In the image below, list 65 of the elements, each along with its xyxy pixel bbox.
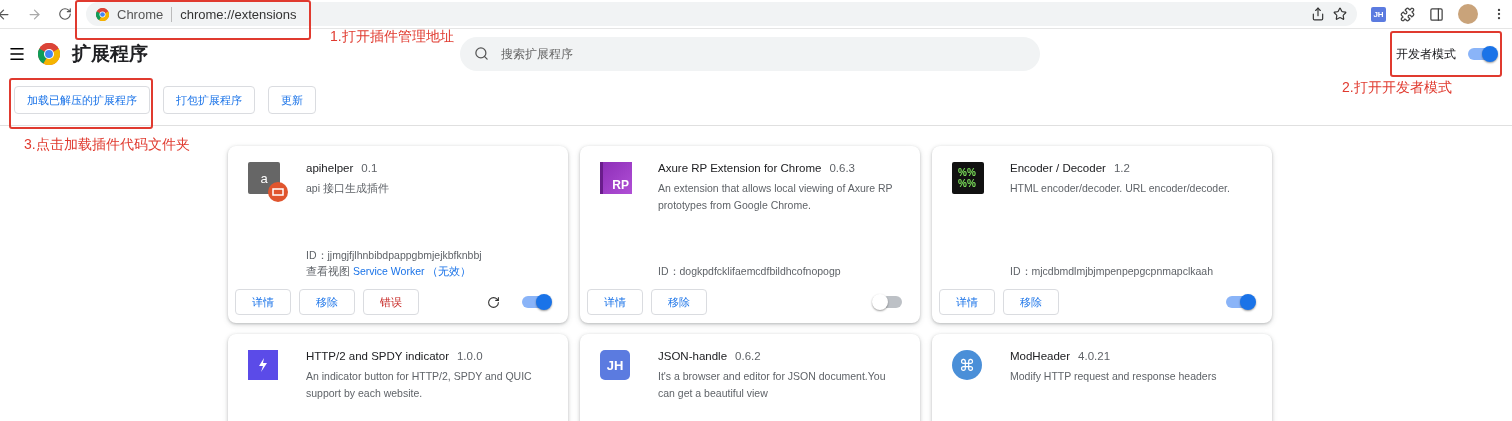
extension-id: ID：mjcdbmdlmjbjmpenpepgcpnmapclkaah xyxy=(1010,264,1214,279)
inactive-note: （无效） xyxy=(427,265,472,277)
extension-description: HTML encoder/decoder. URL encoder/decoder. xyxy=(1010,181,1231,196)
back-icon[interactable] xyxy=(0,6,11,22)
extension-version: 4.0.21 xyxy=(1078,350,1111,362)
extension-badge[interactable]: JH xyxy=(1371,6,1386,22)
extension-description: api 接口生成插件 xyxy=(306,181,390,196)
app-icon: RP xyxy=(600,162,632,194)
action-button[interactable]: 加载已解压的扩展程序 xyxy=(14,86,150,114)
card-button[interactable]: 详情 xyxy=(939,289,995,315)
extension-version: 0.1 xyxy=(361,162,378,174)
inspect-views: 查看视图 Service Worker （无效） xyxy=(306,264,473,279)
dev-mode-toggle[interactable] xyxy=(1468,48,1496,60)
search-field[interactable]: 搜索扩展程序 xyxy=(460,37,1040,71)
app-icon: JH xyxy=(600,350,630,380)
puzzle-icon[interactable] xyxy=(1400,6,1415,22)
dev-mode-label: 开发者模式 xyxy=(1396,45,1456,63)
card-button[interactable]: 移除 xyxy=(1003,289,1059,315)
errors-button[interactable]: 错误 xyxy=(363,289,419,315)
side-panel-icon[interactable] xyxy=(1429,6,1444,22)
bolt-icon xyxy=(248,350,278,380)
extension-description: An indicator button for HTTP/2, SPDY and QUIC support by each website. xyxy=(306,369,533,401)
warning-badge-icon xyxy=(268,182,288,202)
extension-version: 1.0.0 xyxy=(456,350,483,362)
app-icon: ⌘ xyxy=(952,350,982,380)
extension-version: 1.2 xyxy=(1113,162,1130,174)
annotation-note: 1.打开插件管理地址 xyxy=(330,28,454,46)
extension-id: ID：jjmgjfjlhnbibdpappgbmjejkbfknbbj xyxy=(306,248,483,263)
card-button[interactable]: 移除 xyxy=(299,289,355,315)
extension-name: Axure RP Extension for Chrome xyxy=(658,162,822,174)
extension-name: apihelper xyxy=(306,162,354,174)
search-icon xyxy=(474,46,489,61)
site-label: Chrome xyxy=(117,6,173,22)
enable-toggle[interactable] xyxy=(874,296,902,308)
chrome-logo-icon xyxy=(38,43,60,65)
menu-icon[interactable] xyxy=(8,45,26,63)
card-button[interactable]: 详情 xyxy=(587,289,643,315)
address-bar[interactable]: Chrome chrome://extensions xyxy=(86,2,1357,26)
extension-version: 0.6.2 xyxy=(735,350,761,362)
reload-icon[interactable] xyxy=(58,7,72,21)
extension-description: Modify HTTP request and response headers xyxy=(1010,369,1218,384)
reload-icon[interactable] xyxy=(487,295,500,309)
share-icon[interactable] xyxy=(1311,7,1325,21)
card-button[interactable]: 移除 xyxy=(651,289,707,315)
card-button[interactable]: 详情 xyxy=(235,289,291,315)
service-worker-link[interactable]: Service Worker xyxy=(352,265,425,277)
extension-description: An extension that allows local viewing of Axure RP prototypes from Google Chrome. xyxy=(658,181,894,213)
app-icon: %%%% xyxy=(952,162,984,194)
extension-name: ModHeader xyxy=(1010,350,1071,362)
action-button[interactable]: 打包扩展程序 xyxy=(163,86,255,114)
extension-version: 0.6.3 xyxy=(829,162,855,174)
bookmark-star-icon[interactable] xyxy=(1333,7,1347,21)
extension-id: ID：dogkpdfcklifaemcdfbildhcofnopogp xyxy=(658,264,842,279)
enable-toggle[interactable] xyxy=(522,296,550,308)
extension-description: It's a browser and editor for JSON document.You can get a beautiful view xyxy=(658,369,887,401)
url-text: chrome://extensions xyxy=(180,6,297,22)
action-button[interactable]: 更新 xyxy=(268,86,316,114)
page-title: 扩展程序 xyxy=(72,42,148,66)
extension-name: HTTP/2 and SPDY indicator xyxy=(306,350,449,362)
annotation-note: 3.点击加载插件代码文件夹 xyxy=(24,136,190,154)
extension-name: Encoder / Decoder xyxy=(1010,162,1106,174)
enable-toggle[interactable] xyxy=(1226,296,1254,308)
annotation-note: 2.打开开发者模式 xyxy=(1342,79,1452,97)
extension-name: JSON-handle xyxy=(658,350,728,362)
chrome-logo-icon xyxy=(96,7,109,21)
